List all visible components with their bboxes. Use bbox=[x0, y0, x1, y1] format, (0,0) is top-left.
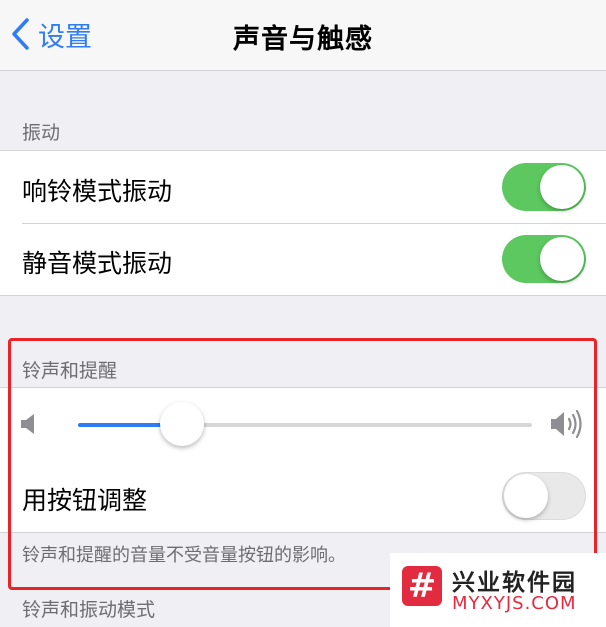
toggle-knob bbox=[540, 165, 584, 209]
ring-vibrate-label: 响铃模式振动 bbox=[22, 177, 173, 206]
toggle-knob bbox=[540, 237, 584, 281]
navigation-bar: 设置 声音与触感 bbox=[0, 0, 606, 71]
watermark-title: 兴业软件园 bbox=[452, 570, 577, 596]
page-title: 声音与触感 bbox=[233, 24, 373, 55]
silent-vibrate-label: 静音模式振动 bbox=[22, 249, 173, 278]
list-item: 响铃模式振动 bbox=[0, 151, 606, 223]
watermark-url: MYXYJS.COM bbox=[452, 593, 577, 614]
ring-vibrate-toggle[interactable] bbox=[502, 163, 586, 211]
vibrate-group: 响铃模式振动 静音模式振动 bbox=[0, 150, 606, 296]
watermark-logo: # bbox=[402, 566, 442, 606]
silent-vibrate-toggle[interactable] bbox=[502, 235, 586, 283]
section-header-vibrate: 振动 bbox=[22, 122, 61, 144]
section-header-ringtones: 铃声和振动模式 bbox=[22, 599, 156, 621]
list-item: 静音模式振动 bbox=[0, 223, 606, 295]
